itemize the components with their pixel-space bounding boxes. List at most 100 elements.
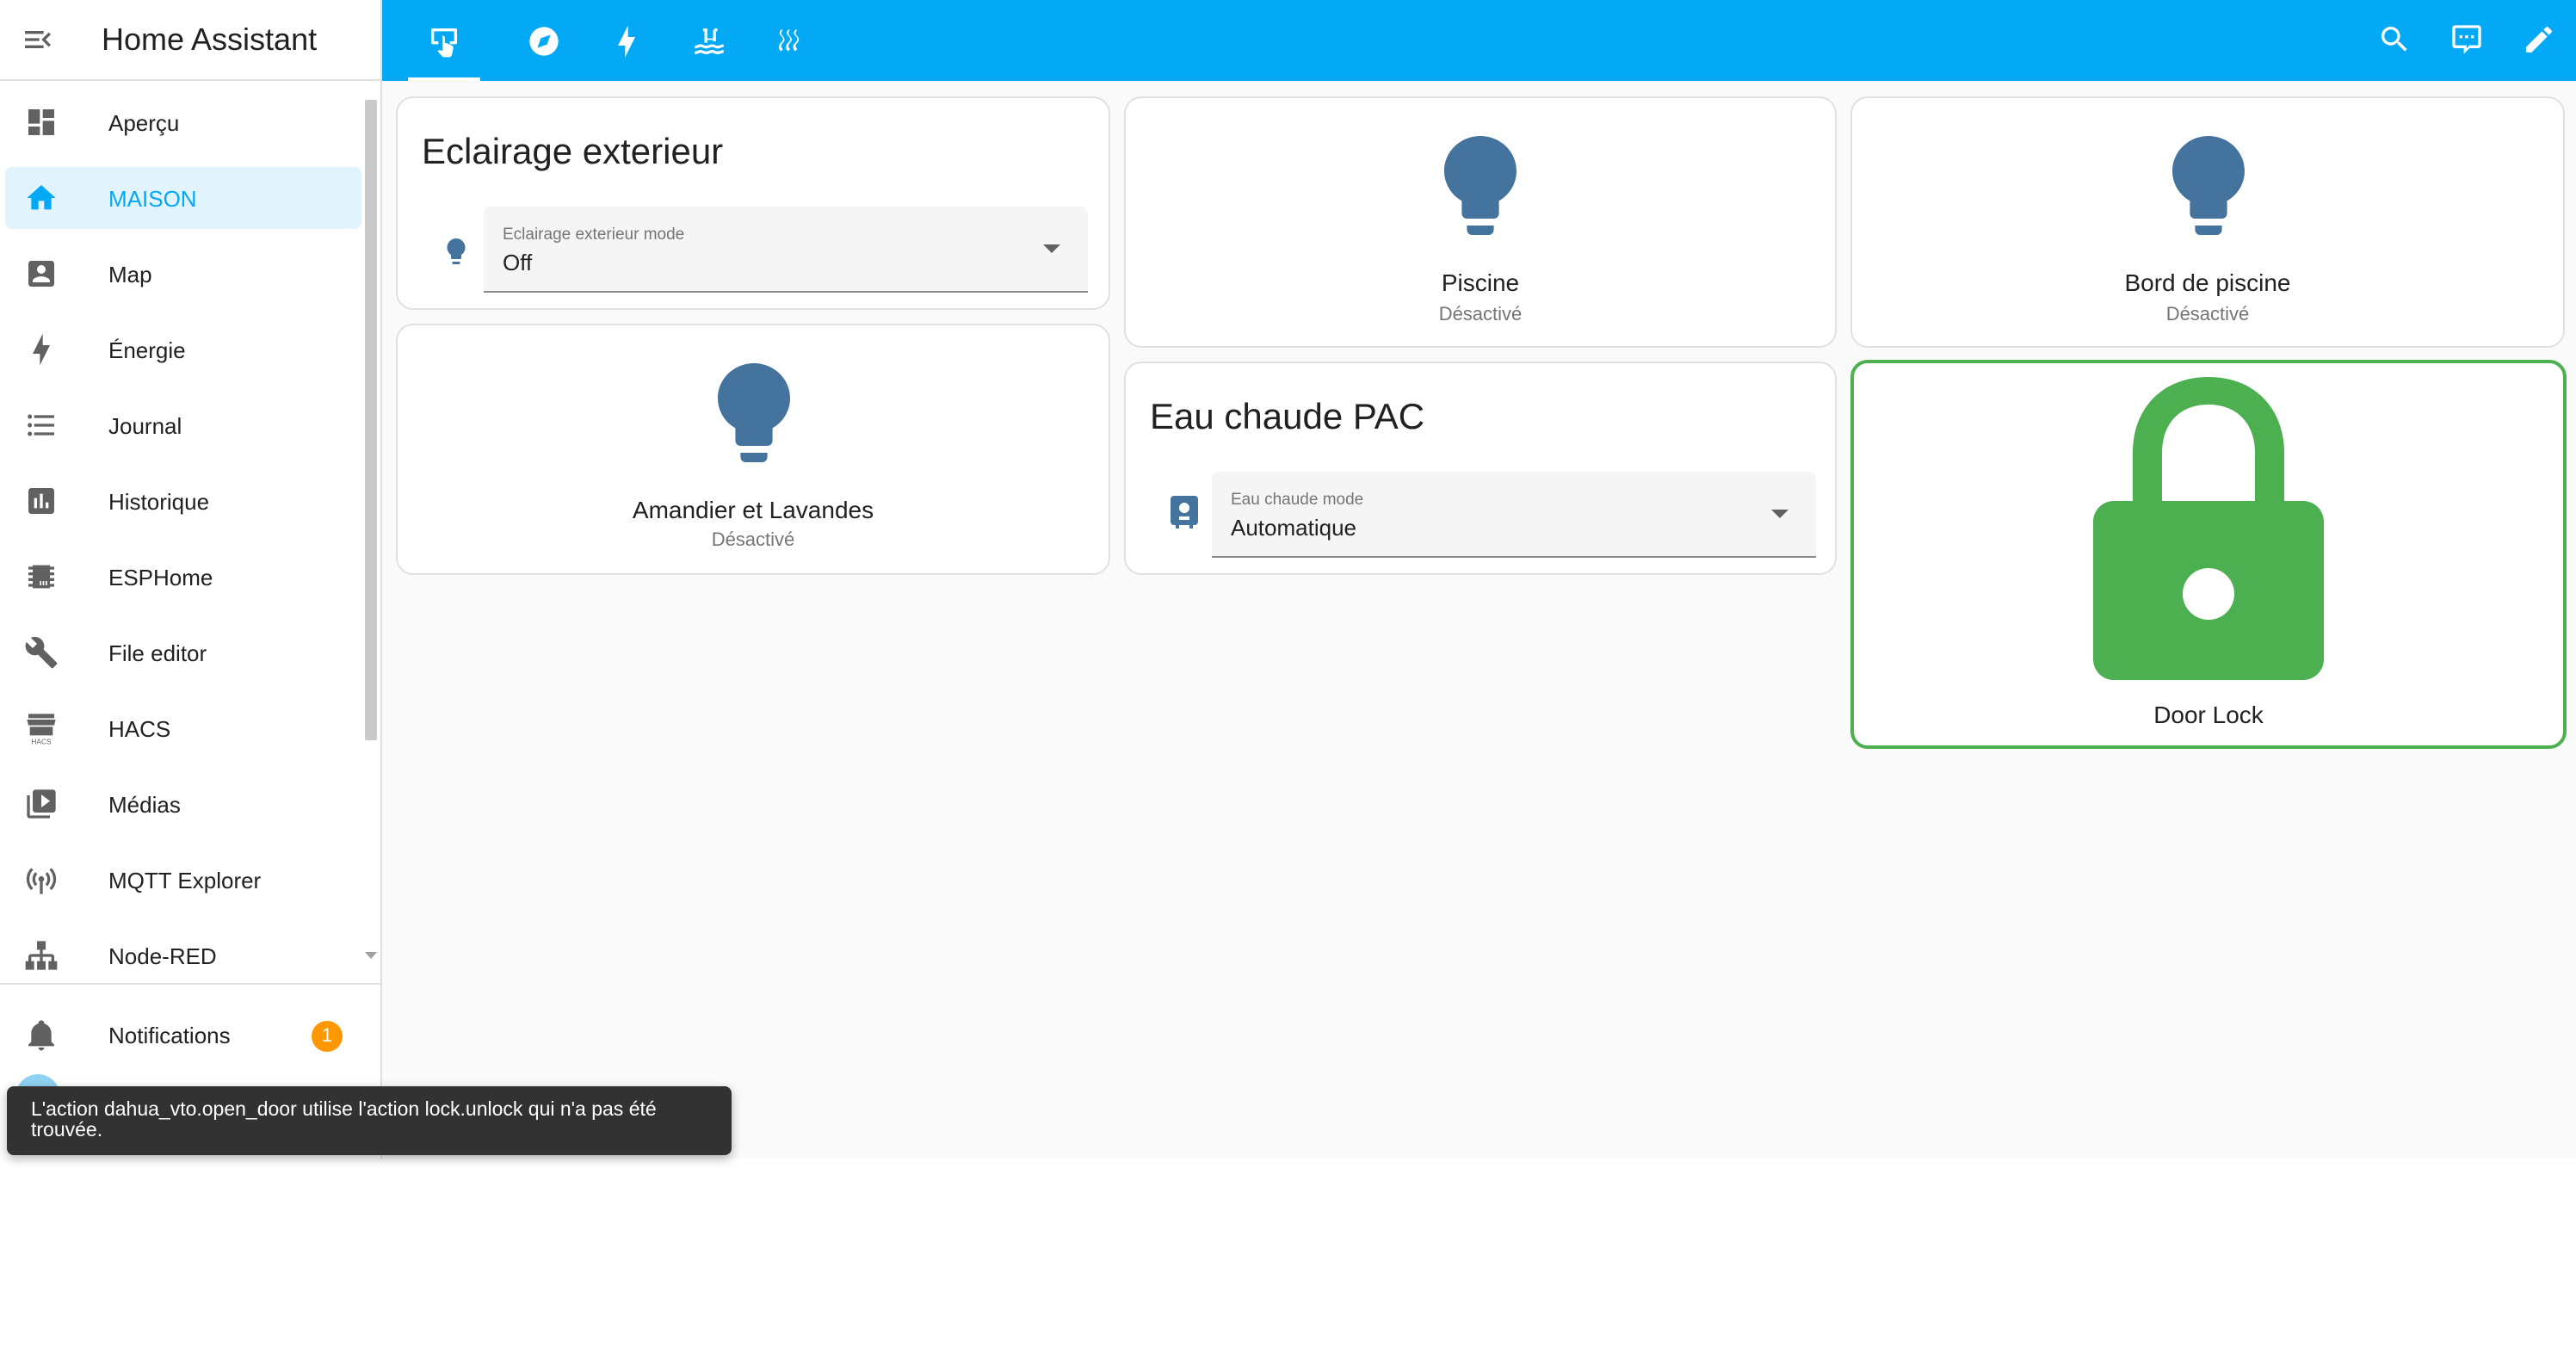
sidebar-item-node-red[interactable]: Node-RED: [5, 924, 361, 986]
top-bar: [382, 0, 2576, 81]
sidebar-item-label: Historique: [108, 488, 210, 514]
entity-state: Désactivé: [2165, 305, 2250, 325]
play-box-multiple-icon: [27, 789, 56, 819]
sidebar-header: Home Assistant: [0, 0, 380, 81]
card-eclairage-exterieur: Eclairage exterieur Eclairage exterieur …: [396, 96, 1110, 310]
sidebar-item-apercu[interactable]: Aperçu: [5, 91, 361, 153]
chart-box-icon: [28, 488, 54, 514]
app-root: Home Assistant Aperçu MAISON Map Énergie…: [0, 0, 2576, 1159]
pencil-icon: [2526, 27, 2552, 53]
assist-chat-icon: [2452, 25, 2481, 54]
search-button[interactable]: [2363, 9, 2425, 71]
assist-button[interactable]: [2436, 9, 2498, 71]
sidebar-item-label: Journal: [108, 412, 182, 438]
tab-view-energy[interactable]: [590, 0, 663, 81]
sidebar-scrollbar[interactable]: [365, 100, 377, 740]
sidebar-item-label: Map: [108, 261, 152, 287]
card-eau-chaude-pac: Eau chaude PAC Eau chaude mode Automatiq…: [1124, 362, 1837, 575]
tab-view-heating[interactable]: [754, 0, 826, 81]
hacs-icon-text: HACS: [31, 737, 52, 745]
eau-chaude-mode-select[interactable]: Eau chaude mode Automatique: [1212, 472, 1816, 558]
tab-view-pool[interactable]: [673, 0, 745, 81]
lightbulb-icon: [447, 238, 466, 264]
sidebar-item-label: MQTT Explorer: [108, 867, 262, 893]
eclairage-mode-select[interactable]: Eclairage exterieur mode Off: [484, 207, 1088, 293]
sidebar-item-label: Notifications: [108, 1022, 231, 1048]
wrench-icon: [25, 636, 58, 669]
pool-icon: [695, 28, 724, 53]
hacs-icon: HACS: [27, 714, 56, 745]
sidebar-item-label: Énergie: [108, 337, 186, 362]
gesture-tap-icon: [431, 28, 457, 57]
tab-view-garden[interactable]: [508, 0, 580, 81]
search-icon: [2381, 26, 2407, 52]
sidebar-item-label: Node-RED: [108, 943, 217, 968]
bulb-wrapper: [713, 360, 793, 475]
lightbulb-icon: [1444, 136, 1517, 235]
sidebar-item-label: HACS: [108, 715, 171, 741]
access-point-network-icon: [26, 868, 57, 894]
sidebar-item-map[interactable]: Map: [5, 243, 361, 305]
entity-name: Door Lock: [2153, 701, 2264, 728]
select-label: Eclairage exterieur mode: [503, 226, 685, 244]
toast-message: L'action dahua_vto.open_door utilise l'a…: [31, 1100, 657, 1141]
row-icon: [1169, 494, 1200, 541]
dashboard-icon: [28, 109, 54, 135]
heat-wave-icon: [778, 28, 800, 51]
sidebar-item-esphome[interactable]: ESPHome: [5, 546, 361, 608]
edit-dashboard-button[interactable]: [2508, 9, 2570, 71]
lock-icon: [2093, 377, 2324, 680]
water-boiler-icon: [1171, 496, 1198, 529]
sidebar-item-notifications[interactable]: Notifications: [5, 1004, 361, 1066]
dropdown-arrow-icon: [1043, 244, 1060, 253]
sidebar-item-label: ESPHome: [108, 564, 213, 590]
sidebar-item-label: File editor: [108, 640, 207, 665]
sidebar-item-maison[interactable]: MAISON: [5, 167, 361, 229]
error-toast: L'action dahua_vto.open_door utilise l'a…: [7, 1086, 732, 1155]
sidebar-item-hacs[interactable]: HACS HACS: [5, 697, 361, 759]
entity-name: Bord de piscine: [2124, 269, 2291, 296]
entity-state: Désactivé: [1438, 305, 1523, 325]
sidebar-item-label: Médias: [108, 791, 181, 817]
card-piscine[interactable]: Piscine Désactivé: [1124, 96, 1837, 348]
menu-collapse-button[interactable]: [0, 2, 76, 77]
bell-icon: [28, 1020, 54, 1051]
bulb-wrapper: [2168, 133, 2247, 248]
app-title: Home Assistant: [102, 22, 318, 56]
lightbulb-icon: [717, 363, 789, 462]
select-label: Eau chaude mode: [1231, 491, 1364, 510]
sidebar-item-historique[interactable]: Historique: [5, 470, 361, 532]
sidebar-item-label: MAISON: [108, 185, 197, 211]
row-icon: [441, 236, 472, 275]
entity-name: Amandier et Lavandes: [632, 496, 874, 523]
lightning-bolt-icon: [618, 24, 635, 57]
bulb-wrapper: [1441, 133, 1520, 248]
notification-count-badge: 1: [312, 1021, 343, 1052]
lightning-bolt-icon: [33, 333, 50, 366]
card-title: Eau chaude PAC: [1150, 398, 1425, 437]
menu-open-icon: [25, 31, 51, 48]
tab-view-controls[interactable]: [408, 0, 480, 81]
scroll-down-arrow-icon[interactable]: [363, 950, 379, 961]
sidebar-item-energie[interactable]: Énergie: [5, 318, 361, 380]
sidebar-item-journal[interactable]: Journal: [5, 394, 361, 456]
sidebar-item-label: Aperçu: [108, 109, 180, 135]
lock-wrapper: [2093, 377, 2324, 689]
compass-icon: [529, 26, 559, 55]
card-amandier-et-lavandes[interactable]: Amandier et Lavandes Désactivé: [396, 324, 1110, 575]
lightbulb-icon: [2171, 136, 2244, 235]
sidebar-item-file-editor[interactable]: File editor: [5, 621, 361, 683]
select-value: Off: [503, 250, 533, 275]
chip-icon: [28, 565, 54, 589]
card-bord-de-piscine[interactable]: Bord de piscine Désactivé: [1850, 96, 2565, 348]
sidebar: Home Assistant Aperçu MAISON Map Énergie…: [0, 0, 382, 1159]
map-account-icon: [28, 261, 54, 287]
select-value: Automatique: [1231, 515, 1356, 541]
dropdown-arrow-icon: [1771, 510, 1788, 518]
card-door-lock[interactable]: Door Lock: [1850, 360, 2567, 749]
sidebar-item-medias[interactable]: Médias: [5, 773, 361, 835]
format-list-bulleted-icon: [28, 414, 54, 436]
home-icon: [27, 185, 56, 210]
sidebar-item-mqtt-explorer[interactable]: MQTT Explorer: [5, 849, 361, 911]
entity-name: Piscine: [1441, 269, 1520, 296]
